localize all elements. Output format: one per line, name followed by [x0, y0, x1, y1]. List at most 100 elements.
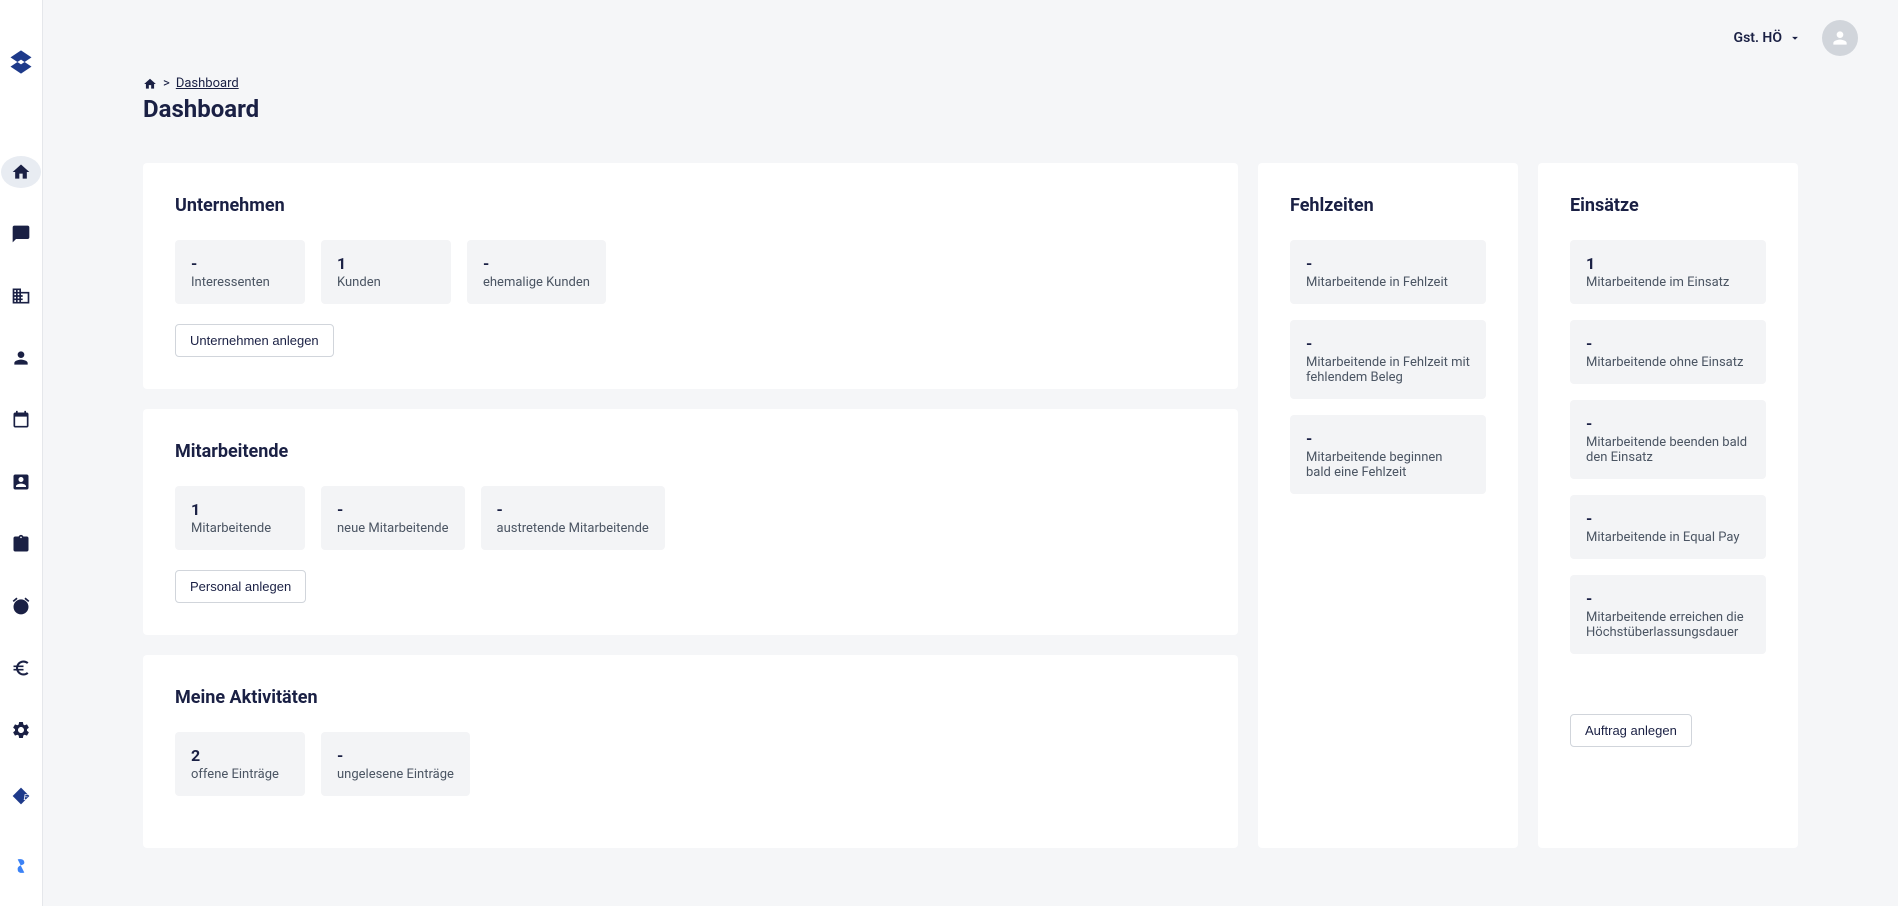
sidebar-item-calendar[interactable]: [1, 404, 41, 436]
sidebar-item-home[interactable]: [1, 156, 41, 188]
breadcrumb: > Dashboard: [143, 76, 1798, 91]
stat-label: Mitarbeitende ohne Einsatz: [1586, 355, 1750, 370]
stat-value: -: [1306, 254, 1470, 273]
stat-label: Mitarbeitende beginnen bald eine Fehlzei…: [1306, 450, 1470, 480]
stat-tile-austretende[interactable]: - austretende Mitarbeitende: [481, 486, 665, 550]
sidebar-item-clipboard[interactable]: [1, 528, 41, 560]
stat-value: -: [483, 254, 590, 273]
stat-label: ungelesene Einträge: [337, 767, 454, 782]
stat-tile-fehlzeit-bald[interactable]: - Mitarbeitende beginnen bald eine Fehlz…: [1290, 415, 1486, 494]
stat-tile-fehlzeit-beleg[interactable]: - Mitarbeitende in Fehlzeit mit fehlende…: [1290, 320, 1486, 399]
card-title: Unternehmen: [175, 195, 1206, 216]
sidebar: E: [0, 0, 43, 906]
stat-value: 1: [1586, 254, 1750, 273]
app-logo: [7, 48, 35, 76]
main-content: Gst. HÖ > Dashboard Dashboard Unternehme…: [43, 0, 1898, 906]
person-icon: [11, 348, 31, 368]
stat-label: Interessenten: [191, 275, 289, 290]
card-title: Mitarbeitende: [175, 441, 1206, 462]
stat-label: Mitarbeitende beenden bald den Einsatz: [1586, 435, 1750, 465]
card-aktivitaeten: Meine Aktivitäten 2 offene Einträge - un…: [143, 655, 1238, 848]
stat-tile-kunden[interactable]: 1 Kunden: [321, 240, 451, 304]
card-title: Einsätze: [1570, 195, 1766, 216]
stat-value: 2: [191, 746, 289, 765]
avatar[interactable]: [1822, 20, 1858, 56]
stat-tile-mitarbeitende[interactable]: 1 Mitarbeitende: [175, 486, 305, 550]
home-icon[interactable]: [143, 77, 157, 91]
calendar-icon: [11, 410, 31, 430]
stat-value: -: [1586, 334, 1750, 353]
sidebar-item-chat[interactable]: [1, 218, 41, 250]
chat-icon: [11, 224, 31, 244]
card-mitarbeitende: Mitarbeitende 1 Mitarbeitende - neue Mit…: [143, 409, 1238, 635]
stat-tile-interessenten[interactable]: - Interessenten: [175, 240, 305, 304]
stat-tile-equal-pay[interactable]: - Mitarbeitende in Equal Pay: [1570, 495, 1766, 559]
card-fehlzeiten: Fehlzeiten - Mitarbeitende in Fehlzeit -…: [1258, 163, 1518, 848]
stat-value: 1: [337, 254, 435, 273]
clipboard-icon: [11, 534, 31, 554]
stat-value: -: [1586, 509, 1750, 528]
create-auftrag-button[interactable]: Auftrag anlegen: [1570, 714, 1692, 747]
stat-label: Mitarbeitende in Equal Pay: [1586, 530, 1750, 545]
euro-icon: [11, 658, 31, 678]
breadcrumb-separator: >: [163, 76, 170, 91]
sidebar-item-app-2[interactable]: [1, 846, 41, 886]
stat-label: neue Mitarbeitende: [337, 521, 449, 536]
stat-label: Mitarbeitende im Einsatz: [1586, 275, 1750, 290]
stat-label: offene Einträge: [191, 767, 289, 782]
stat-value: -: [1306, 429, 1470, 448]
stat-value: -: [337, 500, 449, 519]
user-label: Gst. HÖ: [1734, 30, 1782, 46]
stat-value: -: [191, 254, 289, 273]
contacts-icon: [11, 472, 31, 492]
page-title: Dashboard: [143, 95, 1798, 123]
s-icon: [11, 856, 31, 876]
user-dropdown[interactable]: Gst. HÖ: [1734, 30, 1802, 46]
sidebar-item-contacts[interactable]: [1, 466, 41, 498]
svg-text:E: E: [24, 793, 29, 803]
create-personal-button[interactable]: Personal anlegen: [175, 570, 306, 603]
stat-tile-fehlzeit[interactable]: - Mitarbeitende in Fehlzeit: [1290, 240, 1486, 304]
create-company-button[interactable]: Unternehmen anlegen: [175, 324, 334, 357]
stat-tile-hoechstueberlassung[interactable]: - Mitarbeitende erreichen die Höchstüber…: [1570, 575, 1766, 654]
stat-label: Mitarbeitende erreichen die Höchstüberla…: [1586, 610, 1750, 640]
stat-tile-ohne-einsatz[interactable]: - Mitarbeitende ohne Einsatz: [1570, 320, 1766, 384]
stat-value: -: [1306, 334, 1470, 353]
sidebar-item-app-1[interactable]: E: [1, 776, 41, 816]
stat-tile-einsatz[interactable]: 1 Mitarbeitende im Einsatz: [1570, 240, 1766, 304]
person-icon: [1830, 28, 1850, 48]
card-einsaetze: Einsätze 1 Mitarbeitende im Einsatz - Mi…: [1538, 163, 1798, 848]
sidebar-item-settings[interactable]: [1, 714, 41, 746]
header: Gst. HÖ: [43, 0, 1898, 76]
sidebar-item-alarm[interactable]: [1, 590, 41, 622]
card-unternehmen: Unternehmen - Interessenten 1 Kunden: [143, 163, 1238, 389]
stat-value: -: [1586, 414, 1750, 433]
stat-tile-offene[interactable]: 2 offene Einträge: [175, 732, 305, 796]
stat-value: -: [497, 500, 649, 519]
stat-label: ehemalige Kunden: [483, 275, 590, 290]
stat-value: -: [1586, 589, 1750, 608]
logo-icon: [7, 48, 35, 76]
alarm-icon: [11, 596, 31, 616]
breadcrumb-link[interactable]: Dashboard: [176, 76, 239, 91]
gear-icon: [11, 720, 31, 740]
stat-label: Mitarbeitende in Fehlzeit mit fehlendem …: [1306, 355, 1470, 385]
stat-label: Mitarbeitende in Fehlzeit: [1306, 275, 1470, 290]
sidebar-item-person[interactable]: [1, 342, 41, 374]
card-title: Fehlzeiten: [1290, 195, 1486, 216]
home-icon: [11, 162, 31, 182]
stat-tile-neue[interactable]: - neue Mitarbeitende: [321, 486, 465, 550]
stat-tile-ehemalige[interactable]: - ehemalige Kunden: [467, 240, 606, 304]
stat-value: 1: [191, 500, 289, 519]
stat-tile-beenden-bald[interactable]: - Mitarbeitende beenden bald den Einsatz: [1570, 400, 1766, 479]
sidebar-item-companies[interactable]: [1, 280, 41, 312]
stat-label: austretende Mitarbeitende: [497, 521, 649, 536]
sidebar-item-euro[interactable]: [1, 652, 41, 684]
stat-tile-ungelesene[interactable]: - ungelesene Einträge: [321, 732, 470, 796]
stat-value: -: [337, 746, 454, 765]
stat-label: Mitarbeitende: [191, 521, 289, 536]
stat-label: Kunden: [337, 275, 435, 290]
card-title: Meine Aktivitäten: [175, 687, 1206, 708]
building-icon: [11, 286, 31, 306]
diamond-e-icon: E: [11, 786, 31, 806]
